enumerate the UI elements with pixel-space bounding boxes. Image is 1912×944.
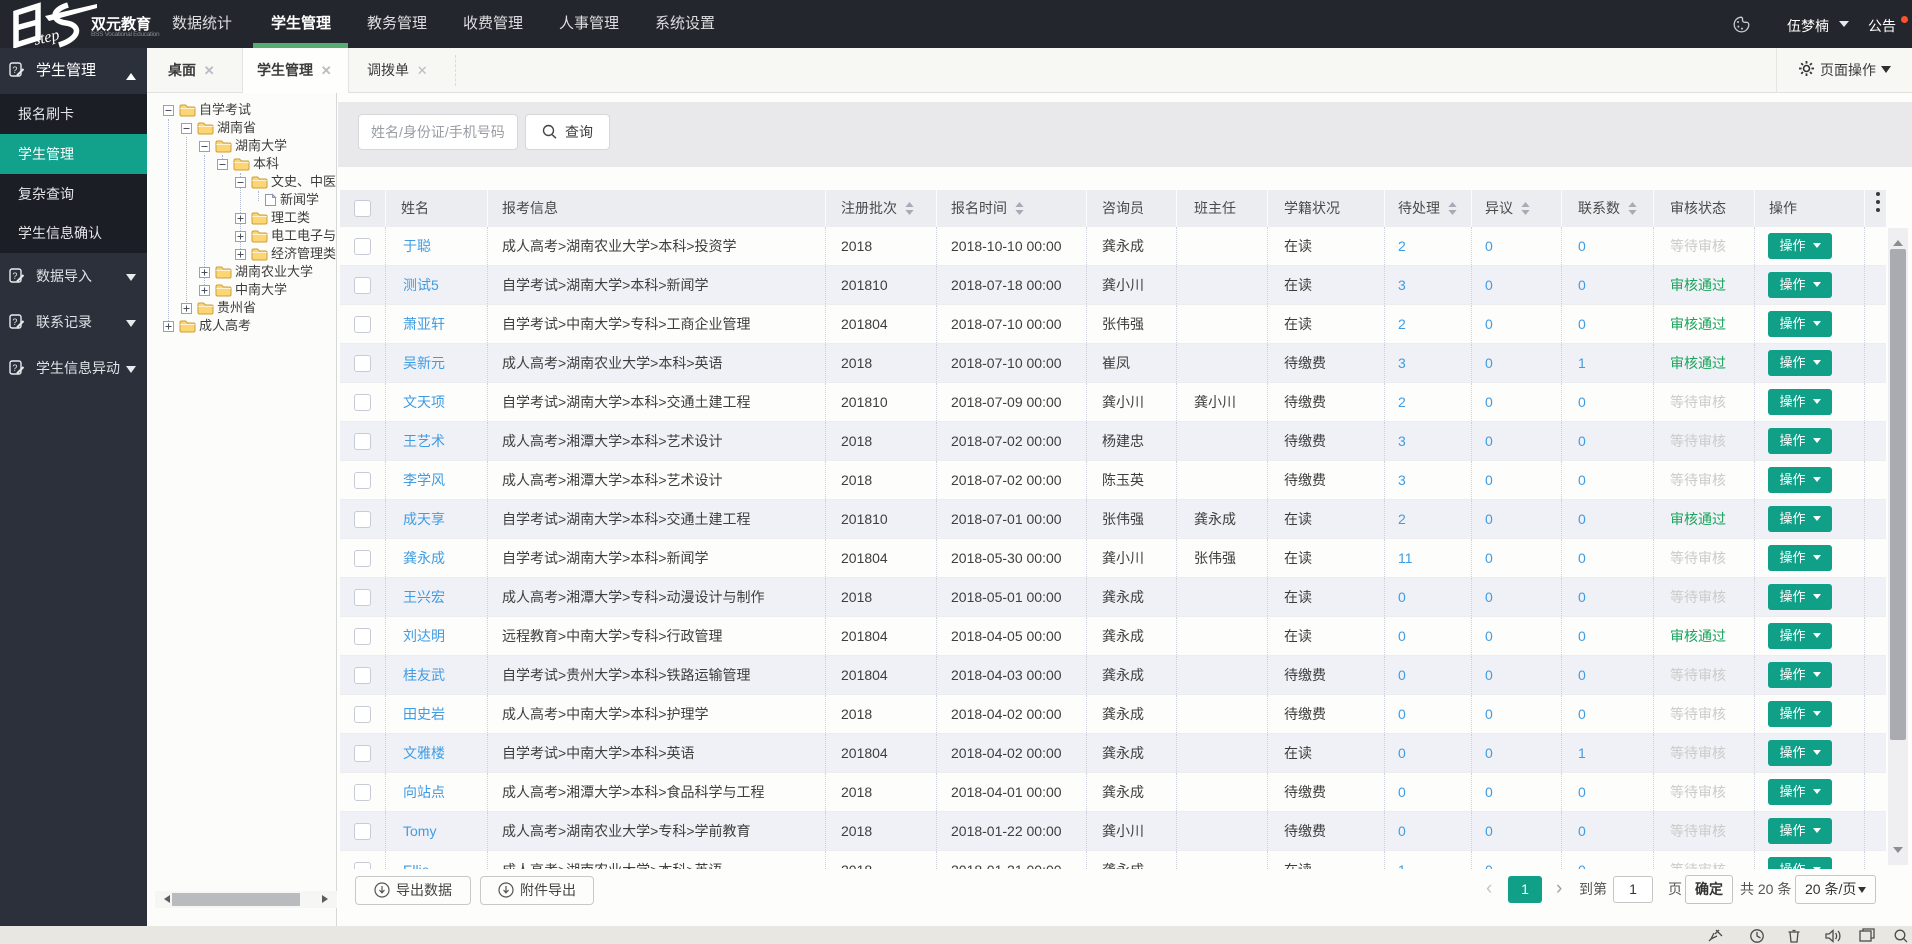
svg-text:?: ? [12, 363, 17, 373]
svg-text:?: ? [12, 65, 17, 75]
svg-text:?: ? [12, 317, 17, 327]
svg-text:?: ? [12, 271, 17, 281]
